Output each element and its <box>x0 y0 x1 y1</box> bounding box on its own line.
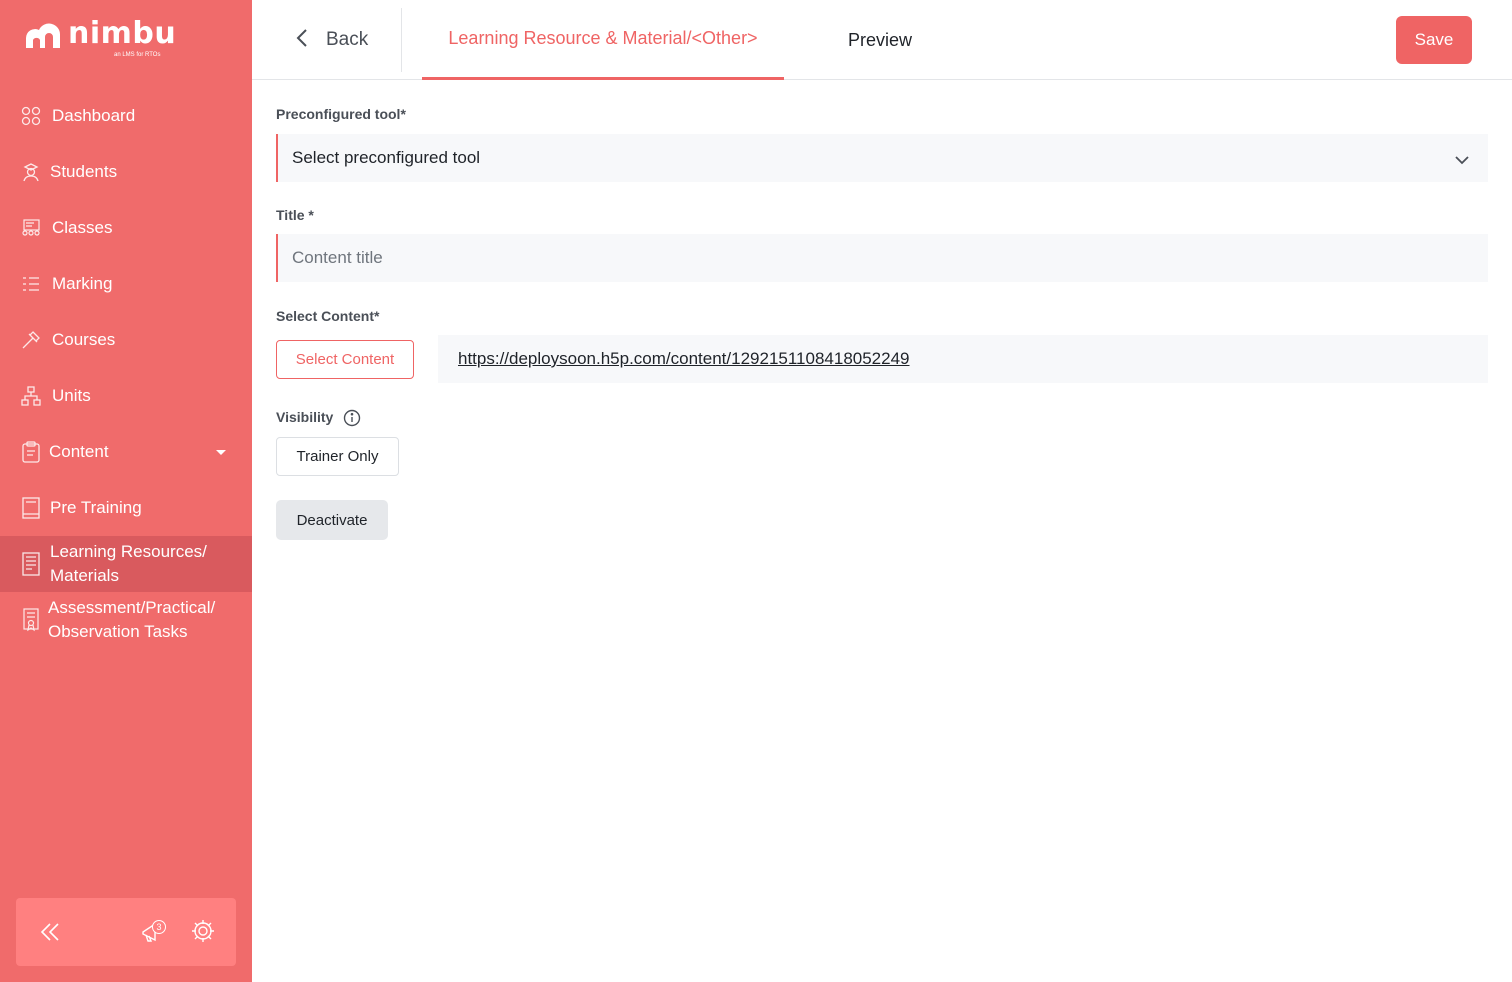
back-button[interactable]: Back <box>296 26 368 54</box>
select-content-button[interactable]: Select Content <box>276 340 414 379</box>
deactivate-button[interactable]: Deactivate <box>276 500 388 540</box>
preconfigured-tool-value: Select preconfigured tool <box>292 148 481 167</box>
preconfigured-tool-select[interactable]: Select preconfigured tool <box>276 134 1488 182</box>
sidebar: nimbu an LMS for RTOs Dashboard Students… <box>0 0 252 982</box>
visibility-label: Visibility <box>276 409 334 425</box>
back-label: Back <box>326 29 369 50</box>
book-icon <box>20 497 42 519</box>
brand-wordmark: nimbu <box>68 16 177 51</box>
classes-icon <box>20 217 42 239</box>
chevron-left-icon <box>296 28 308 53</box>
sidebar-item-units[interactable]: Units <box>0 368 252 424</box>
courses-icon <box>20 329 42 351</box>
sidebar-item-label: Marking <box>52 274 113 293</box>
nimbu-logo[interactable]: nimbu an LMS for RTOs <box>22 16 176 62</box>
sidebar-item-label: Content <box>49 442 109 461</box>
sidebar-item-marking[interactable]: Marking <box>0 256 252 312</box>
sidebar-item-label: Classes <box>52 218 113 237</box>
sidebar-nav: Dashboard Students Classes Marking Cours… <box>0 88 252 648</box>
sidebar-item-label: Pre Training <box>50 498 142 517</box>
cloud-logo-icon <box>26 23 61 48</box>
document-icon <box>20 552 42 576</box>
sidebar-item-dashboard[interactable]: Dashboard <box>0 88 252 144</box>
sidebar-item-content[interactable]: Content <box>0 424 252 480</box>
select-content-label: Select Content* <box>276 308 380 324</box>
header-divider <box>401 8 402 72</box>
content-url-link[interactable]: https://deploysoon.h5p.com/content/12921… <box>458 349 910 369</box>
sidebar-item-label: Assessment/Practical/ Observation Tasks <box>48 598 216 641</box>
sidebar-item-classes[interactable]: Classes <box>0 200 252 256</box>
sidebar-item-assessment[interactable]: Assessment/Practical/ Observation Tasks <box>0 592 252 648</box>
sidebar-item-courses[interactable]: Courses <box>0 312 252 368</box>
preconfigured-tool-label: Preconfigured tool* <box>276 106 406 122</box>
sidebar-item-label: Dashboard <box>52 106 136 125</box>
chevron-down-icon <box>1454 150 1470 170</box>
title-label: Title * <box>276 207 314 223</box>
caret-down-icon[interactable] <box>216 450 226 455</box>
sidebar-footer: 3 <box>16 898 236 966</box>
save-button[interactable]: Save <box>1396 16 1472 64</box>
sidebar-item-pre-training[interactable]: Pre Training <box>0 480 252 536</box>
visibility-toggle[interactable]: Trainer Only <box>276 437 399 476</box>
units-icon <box>20 385 42 407</box>
notification-badge: 3 <box>152 920 166 934</box>
tab-learning-resource[interactable]: Learning Resource & Material/<Other> <box>422 0 784 80</box>
sidebar-item-students[interactable]: Students <box>0 144 252 200</box>
content-url-field: https://deploysoon.h5p.com/content/12921… <box>438 335 1488 383</box>
sidebar-item-label: Units <box>52 386 91 405</box>
info-icon[interactable] <box>343 409 361 432</box>
student-icon <box>20 161 42 183</box>
sidebar-item-label: Courses <box>52 330 116 349</box>
sidebar-item-label: Students <box>50 162 118 181</box>
brand-tagline: an LMS for RTOs <box>114 52 161 58</box>
tab-preview[interactable]: Preview <box>848 0 912 80</box>
top-bar: Back Learning Resource & Material/<Other… <box>252 0 1512 80</box>
title-input[interactable] <box>276 234 1488 282</box>
sidebar-item-learning-resources[interactable]: Learning Resources/ Materials <box>0 536 252 592</box>
certificate-icon <box>20 608 42 632</box>
marking-icon <box>20 273 42 295</box>
dashboard-icon <box>20 105 42 127</box>
gear-icon[interactable] <box>190 918 216 949</box>
double-chevron-left-icon[interactable] <box>38 920 62 949</box>
clipboard-icon <box>20 441 42 463</box>
sidebar-item-label: Learning Resources/ Materials <box>50 542 207 585</box>
